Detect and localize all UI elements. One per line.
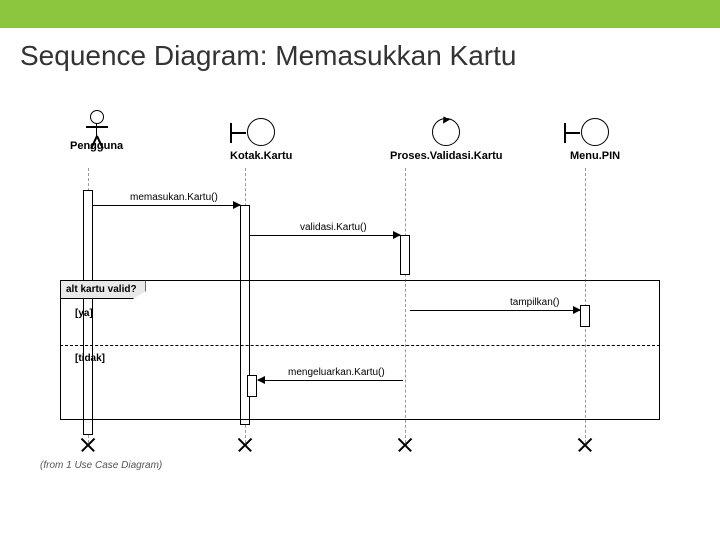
lifeline-label-menupin: Menu.PIN [570, 150, 620, 162]
terminator-kotakkartu [238, 438, 252, 452]
guard-ya: [ya] [75, 308, 93, 319]
arrow-memasukankartu [93, 205, 240, 206]
slide-title: Sequence Diagram: Memasukkan Kartu [0, 28, 720, 72]
alt-divider [60, 345, 660, 346]
actor-pengguna: Pengguna [70, 110, 123, 152]
boundary-icon [247, 118, 275, 146]
lifeline-label-prosesvalidasi: Proses.Validasi.Kartu [390, 150, 503, 162]
lifeline-label-pengguna: Pengguna [70, 140, 123, 152]
boundary-icon [581, 118, 609, 146]
boundary-menupin: Menu.PIN [570, 118, 620, 162]
terminator-pengguna [81, 438, 95, 452]
control-icon [432, 118, 460, 146]
actor-icon [70, 110, 123, 136]
footer-note: (from 1 Use Case Diagram) [40, 460, 162, 471]
terminator-menupin [578, 438, 592, 452]
guard-tidak: [tidak] [75, 353, 105, 364]
sequence-diagram: Pengguna Kotak.Kartu Proses.Validasi.Kar… [40, 110, 690, 490]
lifeline-label-kotakkartu: Kotak.Kartu [230, 150, 292, 162]
slide-header-bar [0, 0, 720, 28]
arrow-validasikartu [250, 235, 400, 236]
terminator-prosesvalidasi [398, 438, 412, 452]
msg-memasukankartu: memasukan.Kartu() [130, 192, 218, 203]
control-prosesvalidasi: Proses.Validasi.Kartu [390, 118, 503, 162]
msg-validasikartu: validasi.Kartu() [300, 222, 367, 233]
alt-label: alt kartu valid? [60, 280, 146, 299]
activation-prosesvalidasi [400, 235, 410, 275]
alt-fragment: alt kartu valid? [60, 280, 660, 420]
boundary-kotakkartu: Kotak.Kartu [230, 118, 292, 162]
